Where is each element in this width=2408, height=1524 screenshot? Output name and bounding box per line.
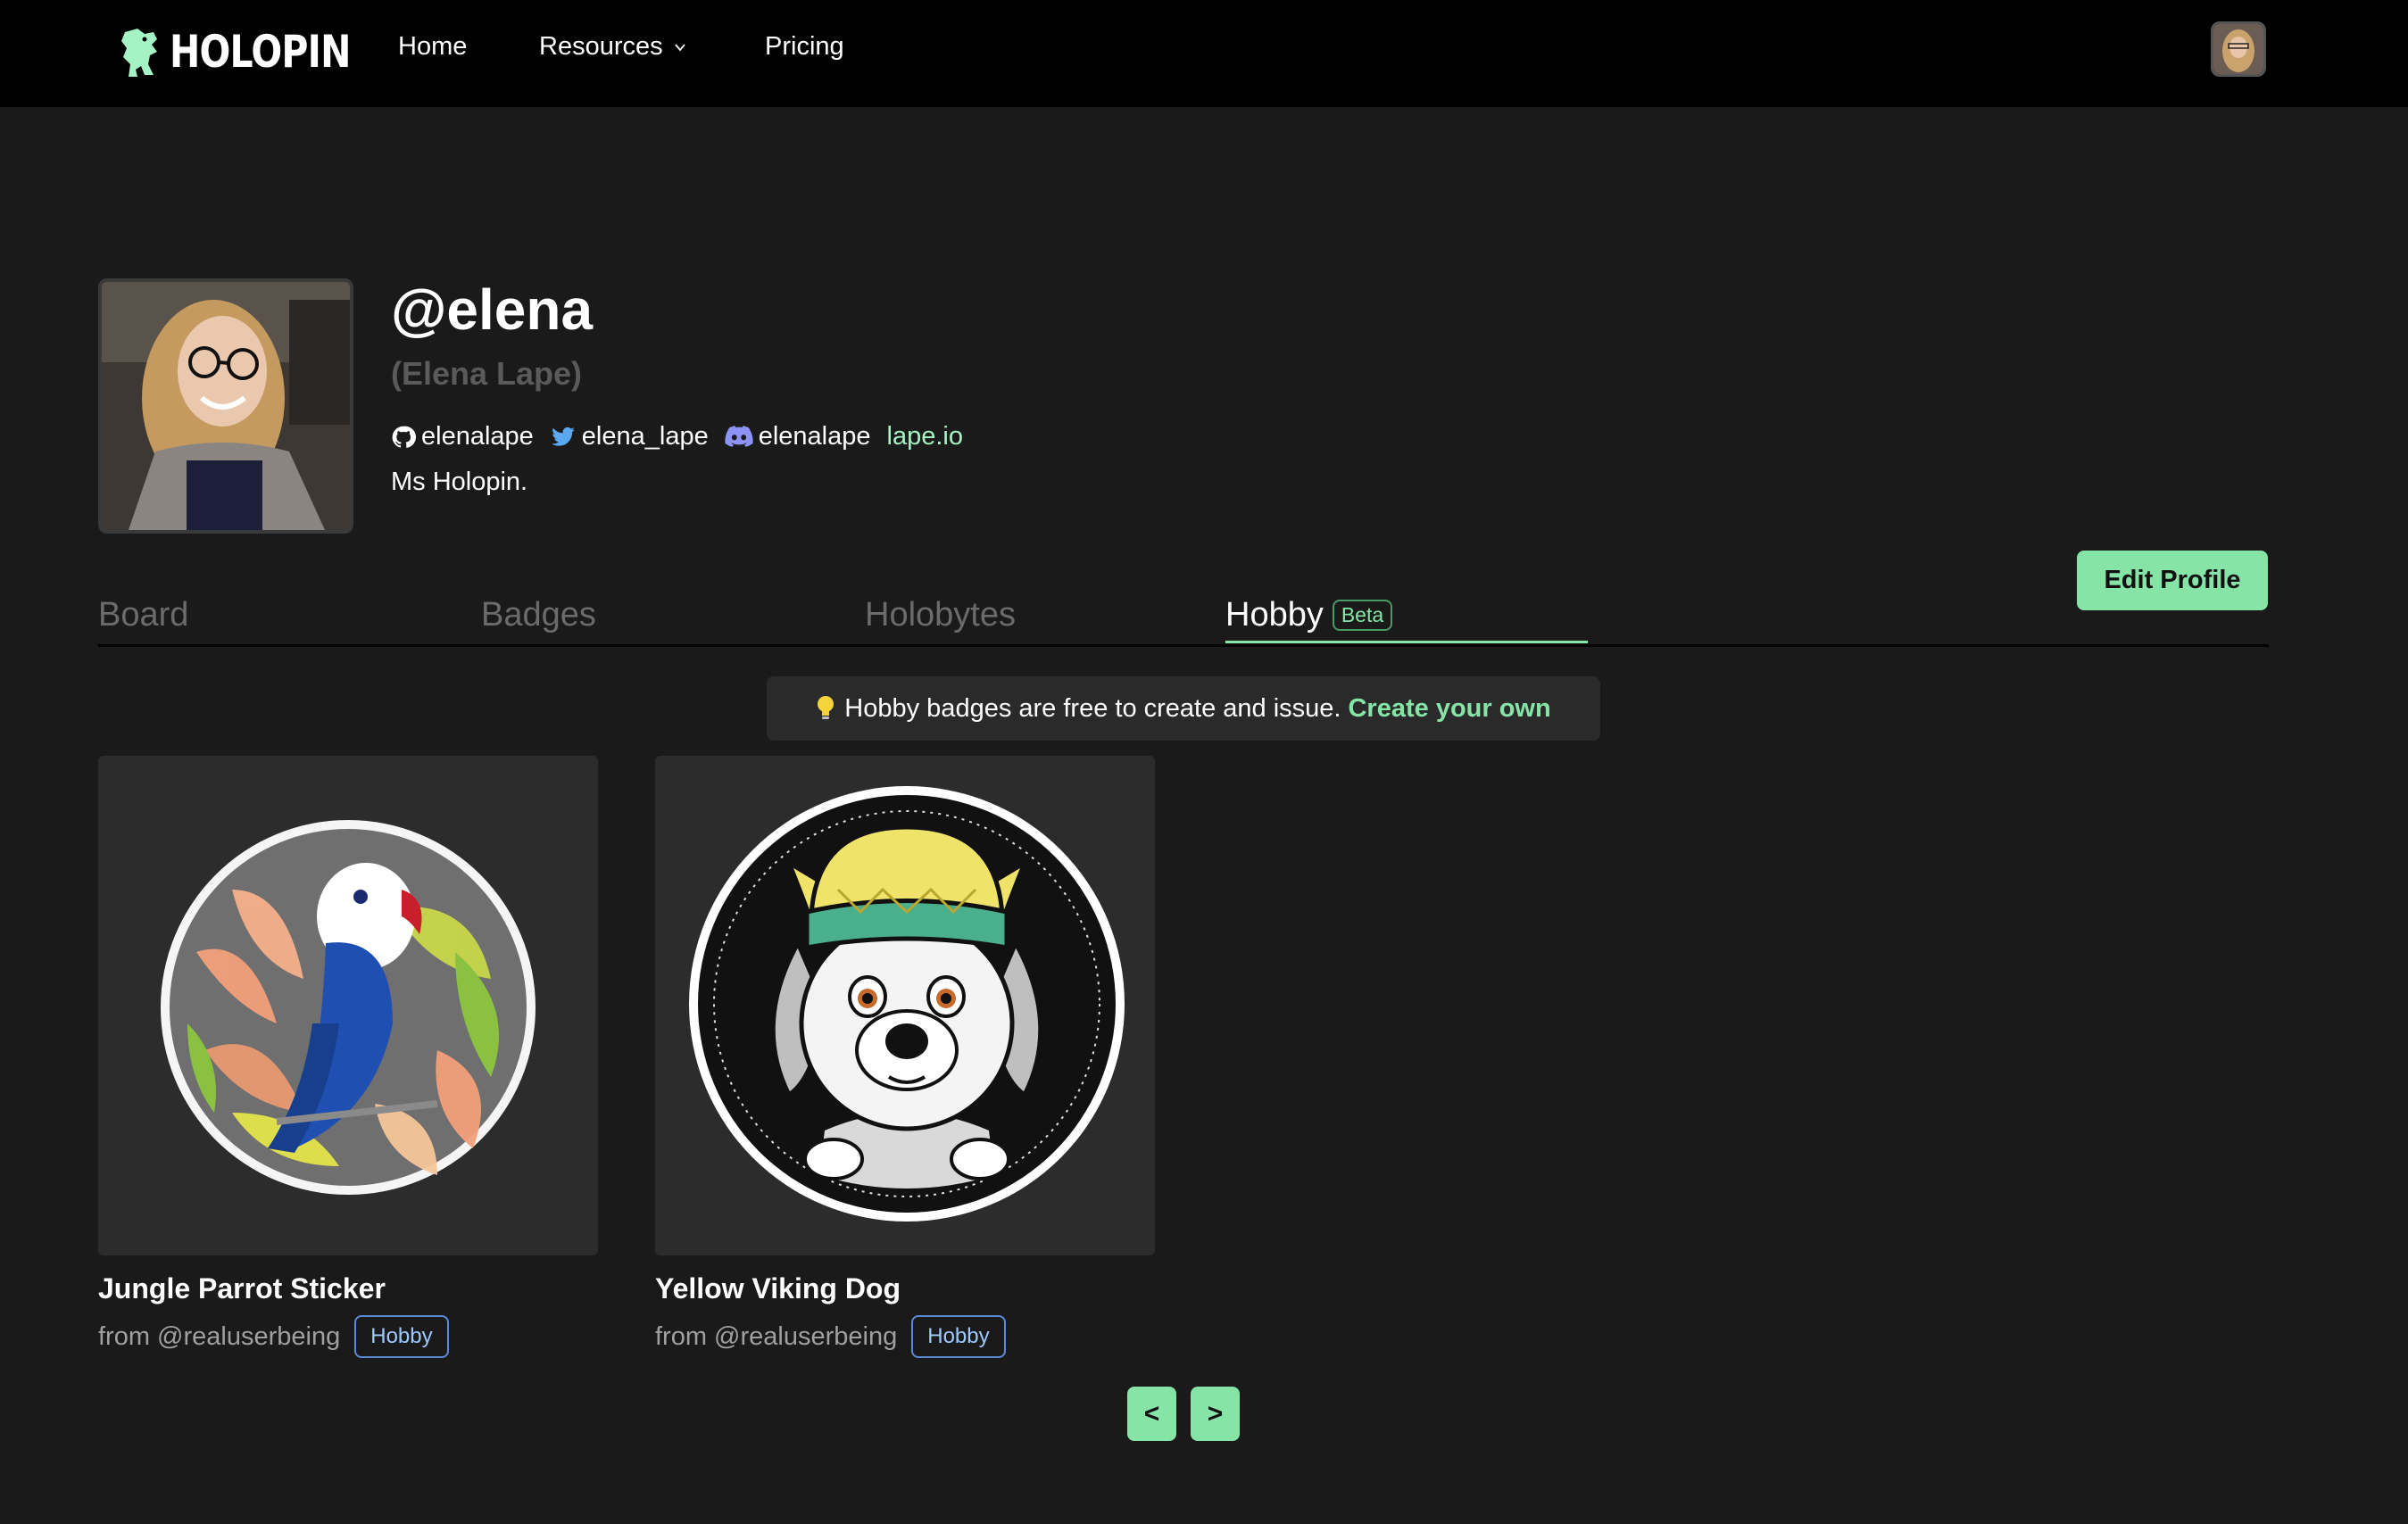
badge-card-jungle-parrot[interactable] [98,756,598,1255]
profile-photo [98,278,353,534]
discord-link[interactable]: elenalape [725,422,871,451]
tab-badges[interactable]: Badges [481,596,596,634]
nav-pricing-link[interactable]: Pricing [765,32,844,62]
badge-issuer-text[interactable]: from @realuserbeing [655,1322,897,1352]
prev-page-button[interactable]: < [1127,1387,1176,1441]
banner-text: Hobby badges are free to create and issu… [844,693,1341,723]
edit-profile-button[interactable]: Edit Profile [2077,551,2268,610]
logo-wordmark: HOLOPIN [170,26,351,78]
badge-issuer-text[interactable]: from @realuserbeing [98,1322,340,1352]
discord-username: elenalape [758,422,871,451]
avatar-image [2213,24,2263,74]
profile-handle: @elena [391,277,594,342]
social-links: elenalape elena_lape elenalape lape.io [391,422,979,451]
tabs-divider [98,644,2269,647]
nav-home-link[interactable]: Home [398,32,467,62]
tab-holobytes[interactable]: Holobytes [865,596,1016,634]
badge-issuer: from @realuserbeing Hobby [98,1315,449,1358]
github-username: elenalape [421,422,534,451]
badge-title[interactable]: Yellow Viking Dog [655,1272,901,1305]
twitter-link[interactable]: elena_lape [550,422,709,451]
hobby-info-banner: Hobby badges are free to create and issu… [767,676,1600,741]
create-your-own-link[interactable]: Create your own [1348,694,1550,724]
jungle-parrot-sticker-image [161,820,536,1195]
nav-resources-label: Resources [539,32,663,61]
github-icon [392,426,416,448]
dino-logo-icon [121,29,157,77]
lightbulb-icon [818,696,834,719]
tab-board[interactable]: Board [98,596,188,634]
hobby-tag: Hobby [354,1315,449,1358]
active-tab-indicator [1225,641,1588,643]
chevron-down-icon [674,43,685,51]
holopin-logo[interactable]: HOLOPIN [118,23,390,80]
profile-bio: Ms Holopin. [391,468,528,496]
top-navbar: HOLOPIN Home Resources Pricing [0,0,2408,107]
discord-icon [725,425,753,447]
tab-hobby[interactable]: Hobby Beta [1225,596,1393,634]
tab-hobby-label: Hobby [1225,596,1324,634]
hobby-tag: Hobby [911,1315,1006,1358]
badge-title[interactable]: Jungle Parrot Sticker [98,1272,386,1305]
yellow-viking-dog-image [689,786,1125,1222]
beta-badge: Beta [1332,600,1393,631]
user-avatar-menu[interactable] [2211,21,2266,77]
badge-issuer: from @realuserbeing Hobby [655,1315,1006,1358]
badge-card-yellow-viking-dog[interactable] [655,756,1155,1255]
website-link[interactable]: lape.io [887,422,963,451]
twitter-username: elena_lape [581,422,709,451]
twitter-icon [551,427,575,446]
profile-full-name: (Elena Lape) [391,355,583,392]
profile-photo-image [102,282,350,530]
next-page-button[interactable]: > [1191,1387,1240,1441]
nav-resources-dropdown[interactable]: Resources [539,32,686,62]
github-link[interactable]: elenalape [391,422,534,451]
